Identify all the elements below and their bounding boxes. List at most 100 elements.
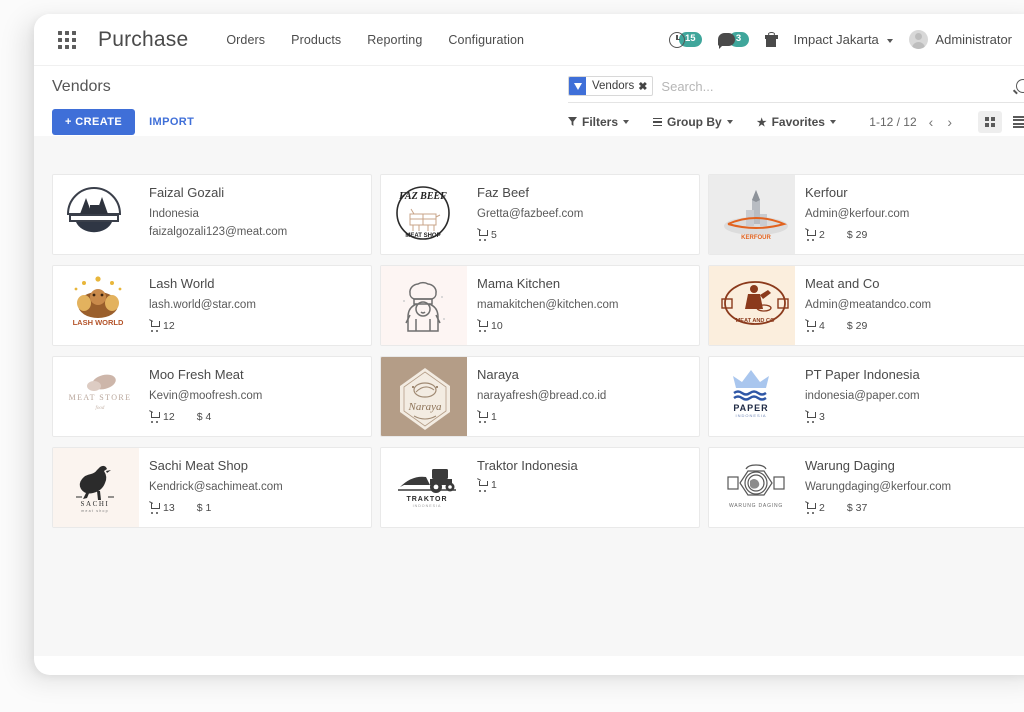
- vendor-order-count: 12: [149, 411, 175, 423]
- vendor-logo: MEAT AND CO: [709, 266, 795, 345]
- search-icon[interactable]: [1016, 79, 1024, 93]
- messages-button[interactable]: 3: [718, 32, 749, 46]
- vendor-details: Warung Daging Warungdaging@kerfour.com 2…: [795, 448, 959, 527]
- svg-text:SACHI: SACHI: [80, 500, 109, 508]
- star-icon: ★: [757, 116, 767, 129]
- user-menu[interactable]: Administrator: [909, 30, 1024, 49]
- vendor-amount: $ 4: [197, 411, 212, 423]
- vendor-card[interactable]: Mama Kitchen mamakitchen@kitchen.com 10: [380, 265, 700, 346]
- favorites-dropdown[interactable]: ★ Favorites: [757, 115, 836, 129]
- vendor-email: faizalgozali123@meat.com: [149, 224, 287, 242]
- vendor-email: Warungdaging@kerfour.com: [805, 479, 951, 497]
- import-button[interactable]: IMPORT: [149, 116, 194, 128]
- vendor-amount: $ 1: [197, 502, 212, 514]
- vendor-card[interactable]: PAPER INDONESIA PT Paper Indonesia indon…: [708, 356, 1024, 437]
- svg-text:INDONESIA: INDONESIA: [735, 413, 766, 418]
- gift-icon[interactable]: [765, 32, 778, 47]
- pager-previous-button[interactable]: ‹: [927, 114, 936, 130]
- app-brand-title[interactable]: Purchase: [98, 28, 188, 52]
- filters-label: Filters: [582, 115, 618, 129]
- vendor-details: Faizal Gozali Indonesia faizalgozali123@…: [139, 175, 295, 254]
- vendor-logo: [53, 175, 139, 254]
- apps-grid-icon[interactable]: [58, 31, 76, 49]
- menu-item-products[interactable]: Products: [291, 33, 341, 47]
- menu-item-configuration[interactable]: Configuration: [448, 33, 524, 47]
- cart-icon: [805, 321, 816, 330]
- vendor-card[interactable]: Faizal Gozali Indonesia faizalgozali123@…: [52, 174, 372, 255]
- facet-remove-icon[interactable]: ✖: [638, 80, 652, 93]
- svg-text:FAZ BEEF: FAZ BEEF: [398, 191, 447, 202]
- vendor-email: narayafresh@bread.co.id: [477, 388, 606, 406]
- svg-text:MEAT AND CO: MEAT AND CO: [736, 318, 775, 324]
- kanban-content: Faizal Gozali Indonesia faizalgozali123@…: [34, 136, 1024, 656]
- cart-icon: [805, 230, 816, 239]
- vendor-details: Mama Kitchen mamakitchen@kitchen.com 10: [467, 266, 626, 345]
- vendor-card[interactable]: MEAT AND CO Meat and Co Admin@meatandco.…: [708, 265, 1024, 346]
- vendor-details: Meat and Co Admin@meatandco.com 4 $ 29: [795, 266, 939, 345]
- vendor-logo: PAPER INDONESIA: [709, 357, 795, 436]
- svg-text:MEAT STORE: MEAT STORE: [69, 393, 132, 402]
- vendor-card[interactable]: TRAKTOR INDONESIA Traktor Indonesia 1: [380, 447, 700, 528]
- groupby-label: Group By: [667, 115, 722, 129]
- filters-dropdown[interactable]: Filters: [568, 115, 629, 129]
- vendor-card[interactable]: Naraya Naraya narayafresh@bread.co.id 1: [380, 356, 700, 437]
- vendor-name: Lash World: [149, 276, 256, 291]
- vendor-card[interactable]: SACHI meat shop Sachi Meat Shop Kendrick…: [52, 447, 372, 528]
- search-input[interactable]: [661, 79, 1016, 94]
- menu-item-reporting[interactable]: Reporting: [367, 33, 422, 47]
- vendor-card[interactable]: MEAT STORE food Moo Fresh Meat Kevin@moo…: [52, 356, 372, 437]
- vendor-card[interactable]: KERFOUR Kerfour Admin@kerfour.com 2 $ 29: [708, 174, 1024, 255]
- pager: 1-12 / 12 ‹ ›: [869, 114, 954, 130]
- groupby-dropdown[interactable]: Group By: [653, 115, 733, 129]
- search-bar[interactable]: Vendors ✖: [568, 76, 1024, 103]
- view-switcher: [978, 111, 1024, 133]
- vendor-email: lash.world@star.com: [149, 297, 256, 315]
- pager-next-button[interactable]: ›: [945, 114, 954, 130]
- vendor-logo: [381, 266, 467, 345]
- menu-item-orders[interactable]: Orders: [226, 33, 265, 47]
- vendor-card[interactable]: WARUNG DAGING Warung Daging Warungdaging…: [708, 447, 1024, 528]
- vendor-order-count: 2: [805, 229, 825, 241]
- list-view-icon: [1013, 116, 1024, 128]
- app-window: Purchase Orders Products Reporting Confi…: [34, 14, 1024, 675]
- funnel-icon: [569, 76, 586, 96]
- vendor-email: Kendrick@sachimeat.com: [149, 479, 283, 497]
- vendor-logo: WARUNG DAGING: [709, 448, 795, 527]
- cart-icon: [477, 412, 488, 421]
- vendor-order-count: 4: [805, 320, 825, 332]
- vendor-details: Traktor Indonesia 1: [467, 448, 586, 527]
- vendor-stats: 10: [477, 320, 618, 332]
- vendor-name: Sachi Meat Shop: [149, 458, 283, 473]
- svg-text:MEAT SHOP: MEAT SHOP: [405, 233, 440, 239]
- vendor-name: Warung Daging: [805, 458, 951, 473]
- vendor-card[interactable]: FAZ BEEF MEAT SHOP Faz Beef Gretta@fazbe…: [380, 174, 700, 255]
- vendor-logo: Naraya: [381, 357, 467, 436]
- vendor-card-grid: Faizal Gozali Indonesia faizalgozali123@…: [34, 174, 1024, 528]
- vendor-stats: 1: [477, 479, 578, 491]
- cart-icon: [149, 321, 160, 330]
- create-button[interactable]: + CREATE: [52, 109, 135, 135]
- cart-icon: [477, 321, 488, 330]
- vendor-order-count: 3: [805, 411, 825, 423]
- funnel-icon: [568, 117, 577, 127]
- cart-icon: [477, 230, 488, 239]
- vendor-logo: TRAKTOR INDONESIA: [381, 448, 467, 527]
- avatar: [909, 30, 928, 49]
- svg-text:TRAKTOR: TRAKTOR: [406, 496, 447, 503]
- navbar-right-tools: 15 3 Impact Jakarta Administrator: [669, 30, 1024, 49]
- vendor-details: Lash World lash.world@star.com 12: [139, 266, 264, 345]
- list-view-button[interactable]: [1006, 111, 1024, 133]
- list-lines-icon: [653, 118, 662, 127]
- vendor-name: PT Paper Indonesia: [805, 367, 920, 382]
- vendor-details: Naraya narayafresh@bread.co.id 1: [467, 357, 614, 436]
- svg-text:INDONESIA: INDONESIA: [413, 504, 442, 508]
- svg-text:Naraya: Naraya: [408, 401, 443, 413]
- company-switcher[interactable]: Impact Jakarta: [794, 32, 894, 47]
- vendor-email: mamakitchen@kitchen.com: [477, 297, 618, 315]
- vendor-details: Faz Beef Gretta@fazbeef.com 5: [467, 175, 591, 254]
- activities-button[interactable]: 15: [669, 32, 702, 48]
- vendor-order-count: 5: [477, 229, 497, 241]
- grid-view-button[interactable]: [978, 111, 1002, 133]
- search-facet-vendors[interactable]: Vendors ✖: [568, 76, 653, 96]
- vendor-card[interactable]: LASH WORLD Lash World lash.world@star.co…: [52, 265, 372, 346]
